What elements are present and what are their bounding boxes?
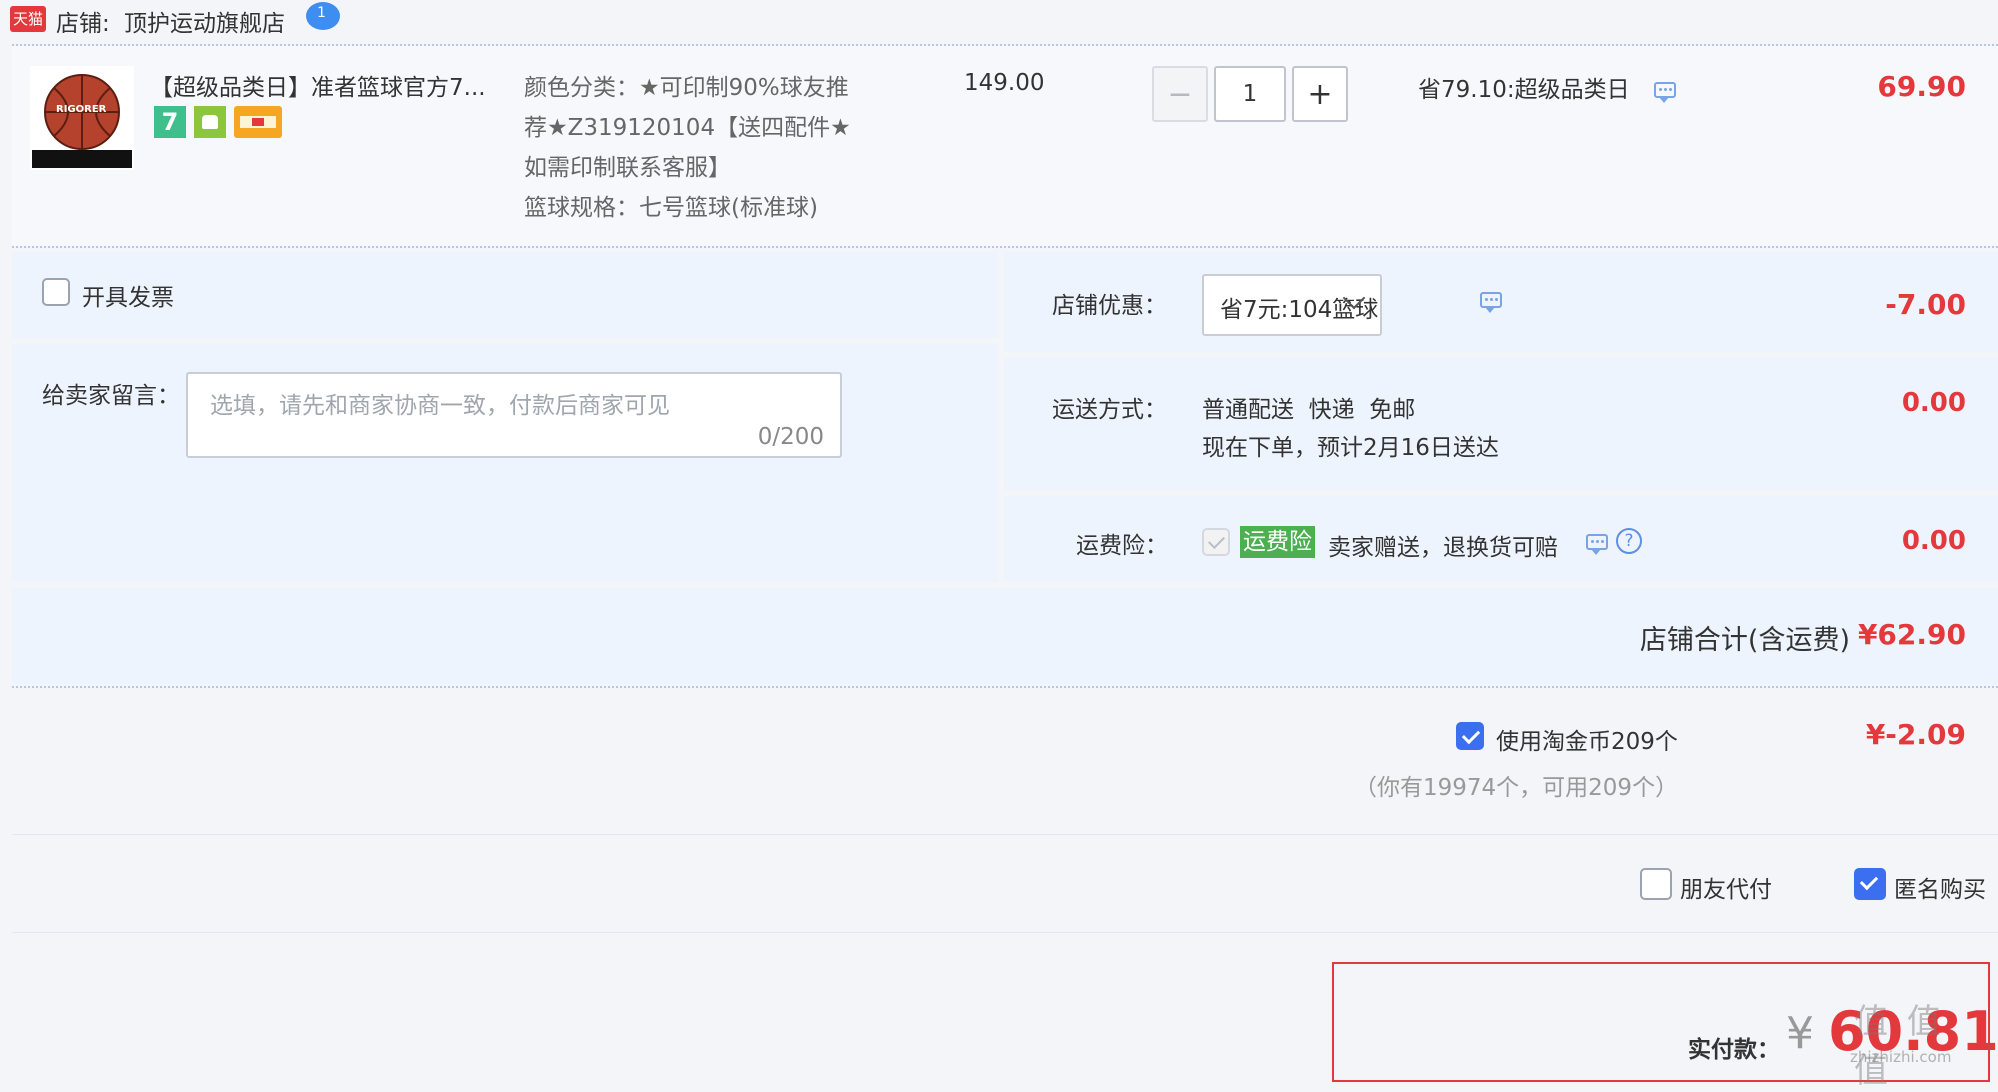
- discount-chat-bubble-icon[interactable]: [1480, 292, 1502, 313]
- product-brand-text: RIGORER: [56, 104, 107, 115]
- taojinbi-note: （你有19974个，可用209个）: [1354, 775, 1679, 801]
- card-payment-icon: [234, 106, 282, 138]
- product-image[interactable]: RIGORER: [30, 66, 134, 170]
- insurance-chat-bubble-icon[interactable]: [1586, 534, 1608, 555]
- help-question-icon[interactable]: ?: [1616, 528, 1642, 554]
- watermark: 值 值 值: [1854, 1002, 1945, 1091]
- payment-summary-box: 实付款： ¥ 60.81 值 值 值 zhizhizhi.com: [1332, 962, 1998, 1091]
- quantity-stepper: − +: [1152, 66, 1362, 122]
- shipping-amount: 0.00: [1901, 388, 1966, 418]
- message-textarea[interactable]: 选填，请先和商家协商一致，付款后商家可见 0/200: [186, 372, 842, 458]
- friend-pay-label: 朋友代付: [1680, 877, 1772, 903]
- message-label: 给卖家留言：: [42, 383, 180, 409]
- spec-line: 如需印制联系客服】: [524, 155, 731, 181]
- anonymous-checkbox[interactable]: [1854, 868, 1886, 900]
- taojinbi-label: 使用淘金币209个: [1496, 729, 1678, 755]
- insurance-label: 运费险：: [1076, 533, 1168, 559]
- chat-with-seller-icon[interactable]: 1: [306, 2, 340, 30]
- unit-price: 149.00: [964, 70, 1045, 96]
- message-placeholder: 选填，请先和商家协商一致，付款后商家可见: [210, 393, 670, 419]
- shop-discount-label: 店铺优惠：: [1052, 293, 1167, 319]
- shop-discount-row: 店铺优惠： 省7元:104篮球 -7.00: [1004, 252, 1998, 352]
- discount-info-bubble-icon[interactable]: [1654, 82, 1676, 103]
- product-title-link[interactable]: 【超级品类日】准者篮球官方7...: [150, 68, 486, 102]
- taojinbi-checkbox[interactable]: [1456, 722, 1484, 750]
- anonymous-label: 匿名购买: [1894, 877, 1986, 903]
- tmall-badge-icon: 天猫: [10, 6, 46, 32]
- quantity-plus-button[interactable]: +: [1292, 66, 1348, 122]
- shop-total-amount: ¥62.90: [1857, 618, 1966, 651]
- spec-line: 篮球规格：七号篮球(标准球): [524, 195, 818, 221]
- spec-line: 荐★Z319120104【送四配件★: [524, 115, 851, 141]
- shipping-method: 普通配送 快递 免邮: [1202, 397, 1416, 423]
- insurance-row: 运费险： 运费险 卖家赠送，退换货可赔 ? 0.00: [1004, 496, 1998, 582]
- payment-label: 实付款：: [1688, 1037, 1780, 1063]
- shop-total-row: 店铺合计(含运费) ¥62.90: [12, 588, 1998, 684]
- insurance-desc: 卖家赠送，退换货可赔: [1328, 535, 1558, 561]
- spec-line: 颜色分类：★可印制90%球友推: [524, 75, 849, 101]
- shipping-eta: 现在下单，预计2月16日送达: [1202, 435, 1499, 461]
- friend-pay-checkbox[interactable]: [1640, 868, 1672, 900]
- basketball-icon: [32, 74, 132, 168]
- shipping-label: 运送方式：: [1052, 397, 1167, 423]
- message-panel: 给卖家留言： 选填，请先和商家协商一致，付款后商家可见 0/200: [12, 344, 998, 582]
- shop-discount-select[interactable]: 省7元:104篮球: [1202, 274, 1382, 336]
- shipping-row: 运送方式： 普通配送 快递 免邮 现在下单，预计2月16日送达 0.00: [1004, 358, 1998, 490]
- taojinbi-row: 使用淘金币209个 （你有19974个，可用209个） ¥-2.09: [12, 690, 1998, 830]
- product-specs: 颜色分类：★可印制90%球友推 荐★Z319120104【送四配件★ 如需印制联…: [524, 68, 884, 228]
- invoice-label: 开具发票: [82, 285, 174, 311]
- watermark-site: zhizhizhi.com: [1850, 1048, 1952, 1066]
- quantity-input[interactable]: [1214, 66, 1286, 122]
- invoice-panel: 开具发票: [12, 252, 998, 338]
- options-row: 朋友代付 匿名购买: [12, 836, 1998, 932]
- shop-header: 天猫 店铺: 顶护运动旗舰店 1: [0, 0, 1998, 38]
- android-icon: [194, 106, 226, 138]
- quantity-minus-button[interactable]: −: [1152, 66, 1208, 122]
- product-subtotal: 69.90: [1877, 70, 1966, 103]
- shop-discount-amount: -7.00: [1885, 288, 1966, 321]
- shop-total-label: 店铺合计(含运费): [1639, 625, 1850, 656]
- chat-badge-count: 1: [317, 5, 326, 21]
- 7-day-return-icon: 7: [154, 106, 186, 138]
- invoice-checkbox[interactable]: [42, 278, 70, 306]
- payment-currency: ¥: [1786, 1008, 1814, 1059]
- shop-name-link[interactable]: 顶护运动旗舰店: [124, 4, 285, 38]
- message-char-counter: 0/200: [757, 424, 824, 450]
- insurance-tag: 运费险: [1240, 526, 1315, 558]
- insurance-amount: 0.00: [1901, 526, 1966, 556]
- product-row: RIGORER 【超级品类日】准者篮球官方7... 7 颜色分类：★可印制90%…: [12, 46, 1998, 246]
- insurance-checkbox: [1202, 528, 1230, 556]
- shop-label: 店铺:: [56, 11, 110, 37]
- product-discount-text: 省79.10:超级品类日: [1418, 77, 1630, 103]
- taojinbi-amount: ¥-2.09: [1865, 718, 1966, 751]
